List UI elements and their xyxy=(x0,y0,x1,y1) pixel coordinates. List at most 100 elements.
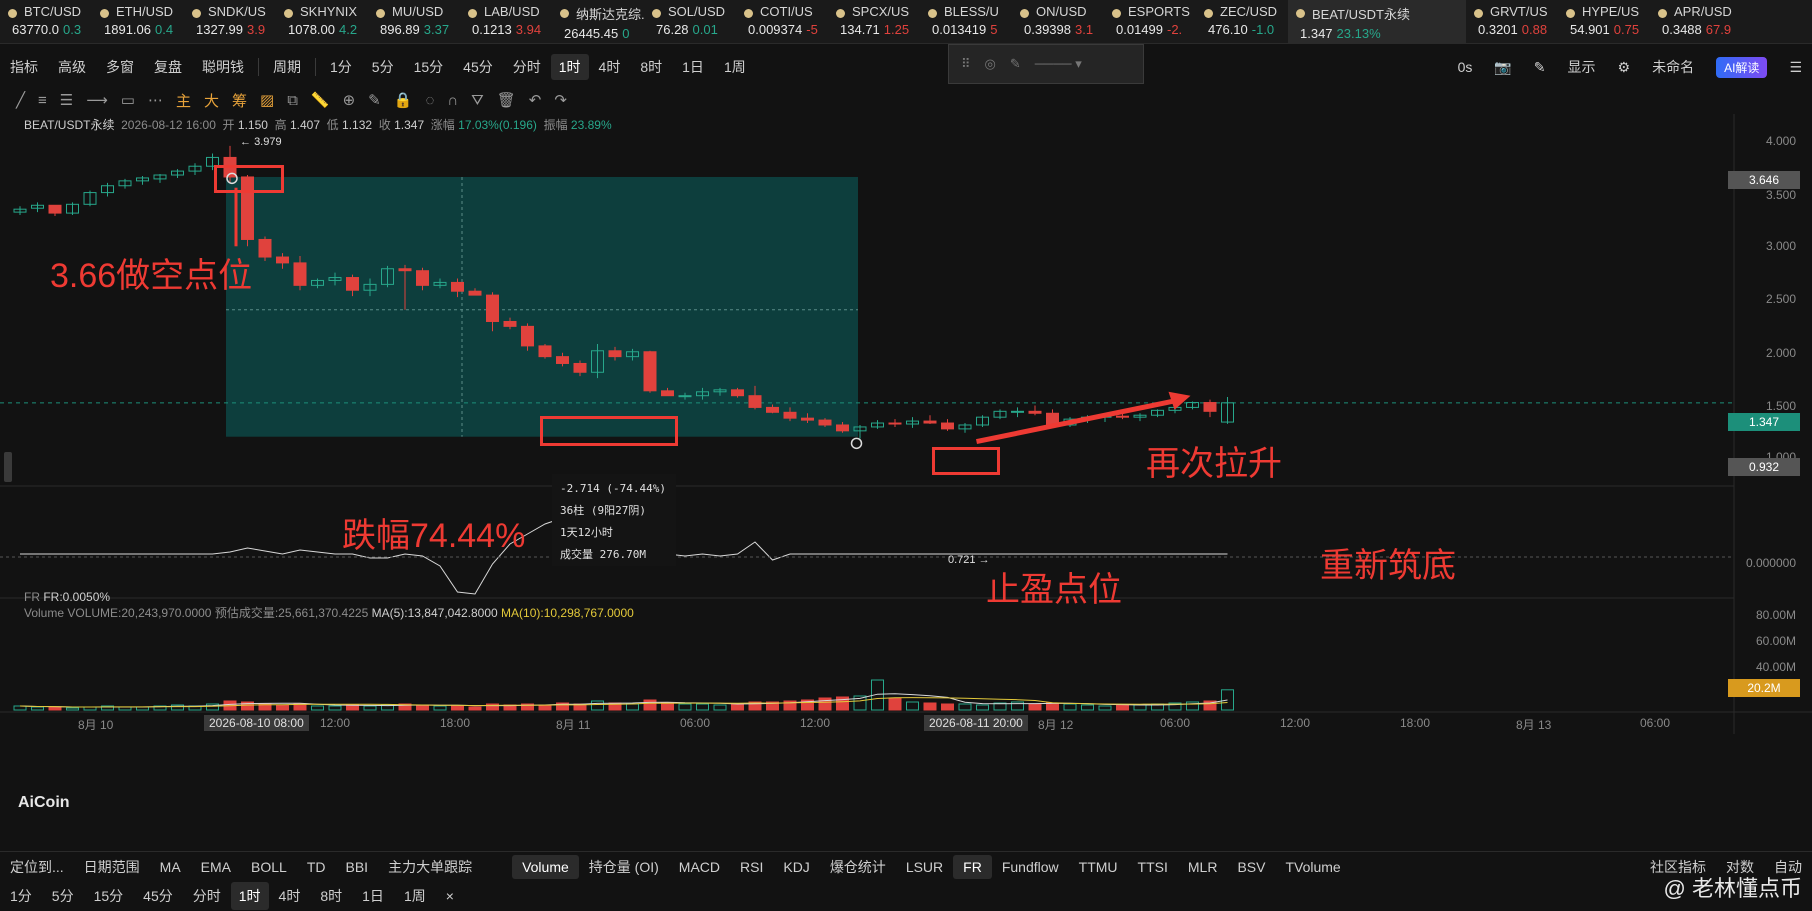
ticker-item[interactable]: 纳斯达克综... 26445.450 xyxy=(552,0,644,43)
zoom-icon[interactable]: ⊕ xyxy=(343,91,356,109)
edit-icon[interactable]: ✎ xyxy=(1534,59,1546,76)
indicator-tab[interactable]: FR xyxy=(953,854,992,879)
ticker-item[interactable]: SKHYNIX 1078.00 4.2 xyxy=(276,0,368,43)
trend-line-icon[interactable]: ╱ xyxy=(16,91,25,109)
drag-handle-icon[interactable]: ⠿ xyxy=(961,56,971,72)
toolbar-item[interactable]: 指标 xyxy=(0,57,48,77)
bottom-tab[interactable]: 主力大单跟踪 xyxy=(378,857,482,877)
indicator-tab[interactable]: 持仓量 (OI) xyxy=(579,857,669,877)
ticker-item[interactable]: SNDK/US 1327.99 3.9 xyxy=(184,0,276,43)
ticker-item[interactable]: ZEC/USD 476.10 -1.0 xyxy=(1196,0,1288,43)
ticker-item[interactable]: ON/USD 0.39398 3.1 xyxy=(1012,0,1104,43)
ticker-item[interactable]: MU/USD 896.89 3.37 xyxy=(368,0,460,43)
bottom-tab[interactable]: 定位到... xyxy=(0,857,74,877)
toolbar-item[interactable]: 聪明钱 xyxy=(192,57,254,77)
magnet-icon[interactable]: ∩ xyxy=(447,92,458,109)
chart-area[interactable]: BEAT/USDT永续 2026-08-12 16:00 开 1.150 高 1… xyxy=(0,114,1812,848)
channel-icon[interactable]: ☰ xyxy=(60,91,73,109)
toolbar-item[interactable]: 1日 xyxy=(672,57,714,77)
bottom-tab[interactable]: TD xyxy=(297,859,336,875)
ticker-item[interactable]: BLESS/U 0.013419 5 xyxy=(920,0,1012,43)
toolbar-item[interactable]: 45分 xyxy=(453,57,503,77)
toolbar-item[interactable]: 多窗 xyxy=(96,57,144,77)
ray-icon[interactable]: ⟶ xyxy=(86,91,108,109)
brush-icon[interactable]: ✎ xyxy=(368,91,381,109)
measure-icon[interactable]: ▨ xyxy=(260,91,274,109)
pen-icon[interactable]: ✎ xyxy=(1010,56,1021,72)
toolbar-item[interactable]: 8时 xyxy=(630,57,672,77)
camera-icon[interactable]: 📷 xyxy=(1494,59,1511,76)
ticker-item[interactable]: ETH/USD 1891.06 0.4 xyxy=(92,0,184,43)
ai-interpret-button[interactable]: AI解读 xyxy=(1716,56,1768,78)
period-tab[interactable]: 15分 xyxy=(84,886,134,906)
chip-icon[interactable]: 筹 xyxy=(232,90,247,111)
ticker-item[interactable]: SOL/USD 76.28 0.01 xyxy=(644,0,736,43)
bottom-tab[interactable]: EMA xyxy=(191,859,241,875)
rect-icon[interactable]: ▭ xyxy=(121,91,135,109)
toolbar-item[interactable]: 4时 xyxy=(589,57,631,77)
trash-icon[interactable]: 🗑 xyxy=(497,91,516,109)
indicator-tab[interactable]: MACD xyxy=(669,859,730,875)
indicator-tab[interactable]: KDJ xyxy=(773,859,819,875)
ticker-item[interactable]: BEAT/USDT永续 1.347 23.13% xyxy=(1288,0,1466,43)
layout-name[interactable]: 未命名 xyxy=(1652,57,1694,77)
indicator-tab[interactable]: TVolume xyxy=(1275,859,1350,875)
toolbar-item[interactable]: 1周 xyxy=(714,57,756,77)
style-icon[interactable]: ◎ xyxy=(985,56,996,72)
menu-icon[interactable]: ☰ xyxy=(1789,59,1802,76)
period-tab[interactable]: 5分 xyxy=(42,886,84,906)
indicator-tab[interactable]: RSI xyxy=(730,859,773,875)
big-icon[interactable]: 大 xyxy=(204,90,219,111)
period-tab[interactable]: 45分 xyxy=(133,886,183,906)
bottom-tab[interactable]: 日期范围 xyxy=(74,857,150,877)
ticker-item[interactable]: LAB/USD 0.1213 3.94 xyxy=(460,0,552,43)
bottom-tab[interactable]: BBI xyxy=(336,859,379,875)
copy-icon[interactable]: ⧉ xyxy=(287,92,298,109)
period-tab[interactable]: 1周 xyxy=(394,886,436,906)
ticker-item[interactable]: HYPE/US 54.901 0.75 xyxy=(1558,0,1650,43)
main-icon[interactable]: 主 xyxy=(176,90,191,111)
toolbar-item[interactable]: 复盘 xyxy=(144,57,192,77)
display-button[interactable]: 显示 xyxy=(1568,57,1596,77)
toolbar-item[interactable]: 高级 xyxy=(48,57,96,77)
redo-icon[interactable]: ↷ xyxy=(554,91,567,109)
period-tab[interactable]: 1时 xyxy=(230,882,269,910)
toolbar-item[interactable]: 1时 xyxy=(550,54,589,80)
bottom-tab[interactable]: MA xyxy=(150,859,191,875)
period-tab[interactable]: 分时 xyxy=(183,886,231,906)
indicator-tab[interactable]: BSV xyxy=(1227,859,1275,875)
bottom-tab[interactable]: BOLL xyxy=(241,859,297,875)
period-tab[interactable]: 1日 xyxy=(352,886,394,906)
indicator-tab[interactable]: Fundflow xyxy=(992,859,1069,875)
indicator-tab[interactable]: MLR xyxy=(1178,859,1228,875)
toolbar-item[interactable]: 5分 xyxy=(362,57,404,77)
indicator-tab[interactable]: LSUR xyxy=(896,859,953,875)
toolbar-item[interactable]: 1分 xyxy=(320,57,362,77)
toolbar-item[interactable]: 周期 xyxy=(263,57,311,77)
ticker-item[interactable]: GRVT/US 0.3201 0.88 xyxy=(1466,0,1558,43)
price-chart[interactable] xyxy=(0,114,1812,848)
hline-icon[interactable]: ≡ xyxy=(38,92,47,109)
hide-icon[interactable]: ◌ xyxy=(425,92,434,109)
filter-icon[interactable]: ⛛ xyxy=(471,92,484,109)
toolbar-item[interactable]: 分时 xyxy=(503,57,551,77)
ruler-icon[interactable]: 📏 xyxy=(311,91,330,109)
ticker-item[interactable]: BTC/USD 63770.0 0.3 xyxy=(0,0,92,43)
settings-icon[interactable]: ⚙ xyxy=(1618,59,1631,76)
more-icon[interactable]: ⋯ xyxy=(148,91,163,109)
close-icon[interactable]: × xyxy=(436,888,464,904)
indicator-tab[interactable]: Volume xyxy=(512,854,579,879)
line-style-icon[interactable]: ──── ▾ xyxy=(1035,56,1082,72)
indicator-tab[interactable]: TTMU xyxy=(1069,859,1128,875)
side-panel-handle[interactable] xyxy=(4,452,12,482)
ticker-item[interactable]: SPCX/US 134.71 1.25 xyxy=(828,0,920,43)
ticker-item[interactable]: APR/USD 0.3488 67.9 xyxy=(1650,0,1742,43)
undo-icon[interactable]: ↶ xyxy=(529,91,542,109)
period-tab[interactable]: 8时 xyxy=(310,886,352,906)
toolbar-item[interactable]: 15分 xyxy=(404,57,454,77)
ticker-item[interactable]: COTI/US 0.009374 -5 xyxy=(736,0,828,43)
ticker-item[interactable]: ESPORTS 0.01499 -2. xyxy=(1104,0,1196,43)
lock-icon[interactable]: 🔒 xyxy=(394,91,413,109)
period-tab[interactable]: 4时 xyxy=(269,886,311,906)
refresh-timer[interactable]: 0s xyxy=(1458,59,1473,75)
